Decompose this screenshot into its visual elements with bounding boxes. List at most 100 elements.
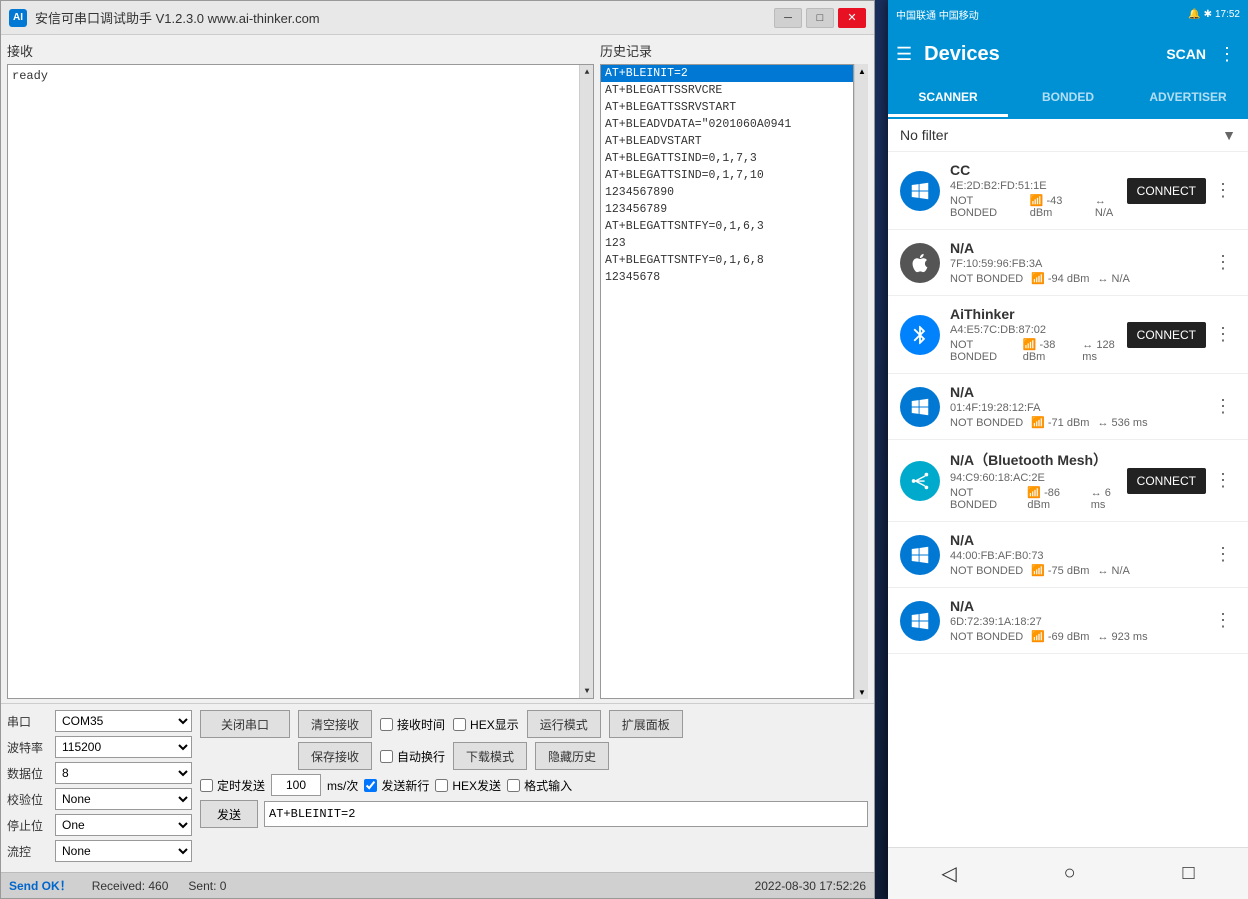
timed-send-input[interactable]: 100 [271,774,321,796]
device-interval: ↔ N/A [1097,273,1129,285]
hex-send-checkbox-group[interactable]: HEX发送 [435,777,501,794]
expand-panel-button[interactable]: 扩展面板 [609,710,683,738]
device-name: N/A [950,240,1210,256]
send-input[interactable] [264,801,868,827]
clear-receive-button[interactable]: 清空接收 [298,710,372,738]
history-area[interactable]: AT+BLEINIT=2AT+BLEGATTSSRVCREAT+BLEGATTS… [600,64,854,699]
history-item[interactable]: 123456789 [601,201,853,218]
run-mode-button[interactable]: 运行模式 [527,710,601,738]
device-mac: 6D:72:39:1A:18:27 [950,616,1210,628]
scroll-up-btn[interactable]: ▲ [580,65,594,79]
device-signal: 📶 -86 dBm [1027,486,1082,511]
row1: 关闭串口 清空接收 接收时间 HEX显示 运行模式 扩展面板 [200,710,868,738]
device-item: N/A（Bluetooth Mesh） 94:C9:60:18:AC:2E NO… [888,440,1248,522]
device-more-icon[interactable]: ⋮ [1210,252,1236,273]
history-item[interactable]: AT+BLEINIT=2 [601,65,853,82]
history-wrapper: AT+BLEINIT=2AT+BLEGATTSSRVCREAT+BLEGATTS… [600,64,868,699]
device-icon [900,315,940,355]
device-more-icon[interactable]: ⋮ [1210,180,1236,201]
hex-display-checkbox-group[interactable]: HEX显示 [453,716,519,733]
close-port-button[interactable]: 关闭串口 [200,710,290,738]
device-item: N/A 6D:72:39:1A:18:27 NOT BONDED 📶 -69 d… [888,588,1248,654]
nav-recent-button[interactable]: □ [1162,858,1214,889]
history-item[interactable]: AT+BLEGATTSIND=0,1,7,3 [601,150,853,167]
baudrate-setting: 波特率 115200 [7,736,192,758]
history-item[interactable]: AT+BLEGATTSNTFY=0,1,6,3 [601,218,853,235]
databits-select[interactable]: 8 [55,762,192,784]
hide-history-button[interactable]: 隐藏历史 [535,742,609,770]
device-more-icon[interactable]: ⋮ [1210,610,1236,631]
history-item[interactable]: AT+BLEGATTSSRVCRE [601,82,853,99]
history-scrollbar[interactable]: ▲ ▼ [854,64,868,699]
menu-icon[interactable]: ☰ [896,44,912,65]
timed-send-checkbox-group[interactable]: 定时发送 [200,777,265,794]
device-mac: 4E:2D:B2:FD:51:1E [950,180,1127,192]
device-more-icon[interactable]: ⋮ [1210,544,1236,565]
auto-newline-checkbox-group[interactable]: 自动换行 [380,748,445,765]
minimize-button[interactable]: ─ [774,8,802,28]
close-button[interactable]: ✕ [838,8,866,28]
auto-newline-checkbox[interactable] [380,750,393,763]
history-item[interactable]: AT+BLEADVSTART [601,133,853,150]
device-mac: 7F:10:59:96:FB:3A [950,258,1210,270]
history-item[interactable]: 123 [601,235,853,252]
stopbits-select[interactable]: One [55,814,192,836]
format-input-checkbox[interactable] [507,779,520,792]
nav-home-button[interactable]: ○ [1044,858,1096,889]
tab-advertiser[interactable]: ADVERTISER [1128,80,1248,117]
receive-scrollbar[interactable]: ▲ ▼ [579,65,593,698]
connect-button[interactable]: CONNECT [1127,322,1206,348]
parity-select[interactable]: None [55,788,192,810]
newline-send-checkbox[interactable] [364,779,377,792]
device-name: CC [950,162,1127,178]
history-item[interactable]: 1234567890 [601,184,853,201]
save-receive-button[interactable]: 保存接收 [298,742,372,770]
more-icon[interactable]: ⋮ [1214,40,1240,69]
device-item: N/A 44:00:FB:AF:B0:73 NOT BONDED 📶 -75 d… [888,522,1248,588]
receive-area[interactable]: ready ▲ ▼ [7,64,594,699]
newline-send-checkbox-group[interactable]: 发送新行 [364,777,429,794]
connect-button[interactable]: CONNECT [1127,178,1206,204]
port-select[interactable]: COM35 [55,710,192,732]
tab-bonded[interactable]: BONDED [1008,80,1128,117]
scroll-down-btn[interactable]: ▼ [580,684,594,698]
history-scroll-up[interactable]: ▲ [855,64,869,78]
timed-send-label: 定时发送 [217,777,265,794]
timed-send-checkbox[interactable] [200,779,213,792]
tab-scanner[interactable]: SCANNER [888,80,1008,117]
history-item[interactable]: AT+BLEGATTSIND=0,1,7,10 [601,167,853,184]
receive-time-checkbox-group[interactable]: 接收时间 [380,716,445,733]
hex-send-checkbox[interactable] [435,779,448,792]
maximize-button[interactable]: □ [806,8,834,28]
device-interval: ↔ N/A [1097,565,1129,577]
device-mac: 44:00:FB:AF:B0:73 [950,550,1210,562]
device-interval: ↔ N/A [1095,195,1127,219]
history-item[interactable]: AT+BLEADVDATA="0201060A0941 [601,116,853,133]
stopbits-label: 停止位 [7,817,49,834]
device-icon [900,243,940,283]
scan-button[interactable]: SCAN [1158,42,1214,66]
device-actions: CONNECT ⋮ [1127,322,1236,348]
download-mode-button[interactable]: 下载模式 [453,742,527,770]
send-button[interactable]: 发送 [200,800,258,828]
device-more-icon[interactable]: ⋮ [1210,324,1236,345]
history-scroll-down[interactable]: ▼ [855,685,869,699]
format-input-checkbox-group[interactable]: 格式输入 [507,777,572,794]
flowctrl-select[interactable]: None [55,840,192,862]
nav-back-button[interactable]: ◁ [921,857,976,890]
history-item[interactable]: 12345678 [601,269,853,286]
history-item[interactable]: AT+BLEGATTSNTFY=0,1,6,8 [601,252,853,269]
receive-time-checkbox[interactable] [380,718,393,731]
connect-button[interactable]: CONNECT [1127,468,1206,494]
device-list: CC 4E:2D:B2:FD:51:1E NOT BONDED 📶 -43 dB… [888,152,1248,847]
device-more-icon[interactable]: ⋮ [1210,396,1236,417]
serial-content: 接收 ready ▲ ▼ 历史记录 AT+BLEINIT=2AT+BLEGATT… [1,35,874,898]
device-actions: CONNECT ⋮ [1127,468,1236,494]
hex-display-checkbox[interactable] [453,718,466,731]
device-status-row: NOT BONDED 📶 -69 dBm ↔ 923 ms [950,630,1210,643]
baudrate-select[interactable]: 115200 [55,736,192,758]
device-more-icon[interactable]: ⋮ [1210,470,1236,491]
filter-bar[interactable]: No filter ▼ [888,119,1248,152]
history-item[interactable]: AT+BLEGATTSSRVSTART [601,99,853,116]
auto-newline-label: 自动换行 [397,748,445,765]
